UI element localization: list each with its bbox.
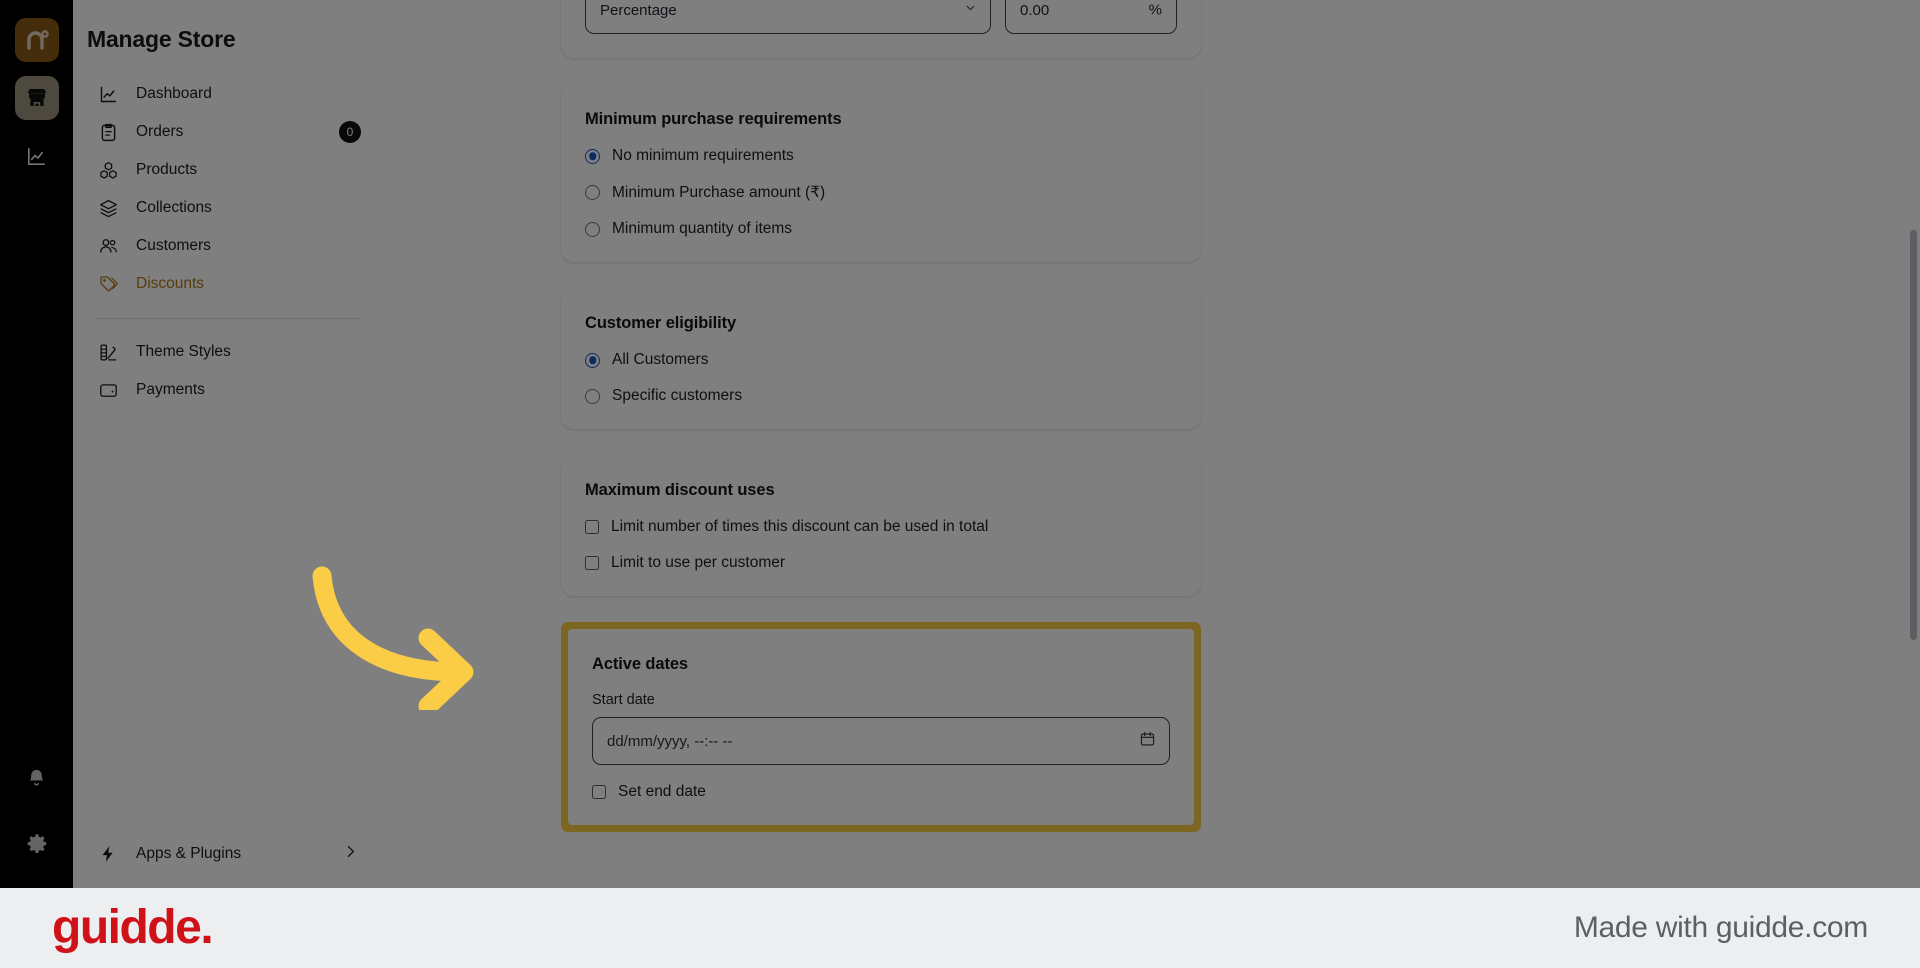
sidebar-item-apps-plugins[interactable]: Apps & Plugins: [85, 834, 371, 874]
radio-minimum-quantity[interactable]: [585, 221, 600, 237]
option-label: No minimum requirements: [612, 147, 794, 164]
radio-row-minimum-amount[interactable]: Minimum Purchase amount (₹): [585, 183, 1177, 202]
radio-minimum-amount[interactable]: [585, 185, 600, 200]
sidebar-item-collections[interactable]: Collections: [85, 189, 371, 227]
start-date-input[interactable]: dd/mm/yyyy, --:-- --: [592, 717, 1170, 765]
active-dates-title: Active dates: [592, 655, 689, 673]
sidebar: Manage Store Dashboard Orders 0 Products…: [73, 0, 383, 888]
chevron-right-icon: [342, 843, 359, 865]
gear-icon[interactable]: [15, 822, 59, 866]
app-window: Manage Store Dashboard Orders 0 Products…: [0, 0, 1920, 888]
radio-row-no-minimum[interactable]: No minimum requirements: [585, 147, 1177, 165]
sidebar-item-payments[interactable]: Payments: [85, 371, 371, 409]
radio-specific-customers[interactable]: [585, 388, 600, 404]
sidebar-item-products[interactable]: Products: [85, 151, 371, 189]
bell-icon[interactable]: [15, 756, 59, 800]
calendar-icon[interactable]: [1139, 731, 1156, 752]
checkbox-row-set-end-date[interactable]: Set end date: [592, 783, 1170, 801]
checkbox-set-end-date[interactable]: [592, 785, 606, 799]
maximum-discount-uses-card: Maximum discount uses Limit number of ti…: [561, 455, 1201, 596]
sidebar-item-label: Orders: [136, 123, 184, 140]
discount-type-select[interactable]: Percentage: [585, 0, 991, 34]
discount-form-column: Percentage 0.00 % Minimum purchase requi…: [561, 0, 1201, 858]
option-label: Set end date: [618, 783, 706, 800]
bolt-icon: [97, 843, 119, 865]
radio-row-all-customers[interactable]: All Customers: [585, 351, 1177, 369]
clipboard-icon: [97, 121, 119, 143]
discount-value-card: Percentage 0.00 %: [561, 0, 1201, 58]
guidde-logo: guidde.: [52, 901, 214, 954]
radio-row-minimum-quantity[interactable]: Minimum quantity of items: [585, 220, 1177, 238]
users-icon: [97, 235, 119, 257]
customer-eligibility-card: Customer eligibility All Customers Speci…: [561, 288, 1201, 429]
option-label: Specific customers: [612, 387, 743, 404]
sidebar-item-label: Dashboard: [136, 85, 212, 102]
start-date-placeholder: dd/mm/yyyy, --:-- --: [607, 732, 733, 750]
checkbox-limit-total[interactable]: [585, 520, 599, 534]
sidebar-item-label: Discounts: [136, 275, 205, 292]
checkbox-limit-per-customer[interactable]: [585, 556, 599, 570]
sidebar-item-theme-styles[interactable]: Theme Styles: [85, 333, 371, 371]
option-label: Limit number of times this discount can …: [611, 518, 989, 535]
discount-amount-input[interactable]: 0.00 %: [1005, 0, 1177, 34]
store-icon[interactable]: [14, 76, 59, 120]
sidebar-item-label: Payments: [136, 381, 205, 398]
sidebar-item-orders[interactable]: Orders 0: [85, 113, 371, 151]
option-label: Minimum quantity of items: [612, 220, 793, 237]
chevron-down-icon: [964, 2, 977, 19]
sidebar-item-label: Theme Styles: [136, 343, 231, 360]
start-date-label: Start date: [592, 692, 655, 708]
vertical-scrollbar[interactable]: [1910, 230, 1917, 640]
analytics-icon[interactable]: [15, 134, 59, 178]
orders-badge: 0: [339, 121, 361, 143]
made-with-guidde-text: Made with guidde.com: [1573, 911, 1868, 944]
tags-icon: [97, 273, 119, 295]
discount-amount-value: 0.00: [1020, 1, 1050, 19]
chart-line-icon: [97, 83, 119, 105]
wallet-icon: [97, 379, 119, 401]
radio-no-minimum[interactable]: [585, 148, 600, 164]
guidde-footer: guidde. Made with guidde.com: [0, 888, 1920, 968]
main-content: Percentage 0.00 % Minimum purchase requi…: [383, 0, 1920, 888]
sidebar-item-label: Collections: [136, 199, 212, 216]
discount-value-row: Percentage 0.00 %: [585, 0, 1177, 34]
option-label: Minimum Purchase amount (₹): [612, 184, 826, 201]
boxes-icon: [97, 159, 119, 181]
sidebar-item-discounts[interactable]: Discounts: [85, 265, 371, 303]
screenshot-root: Manage Store Dashboard Orders 0 Products…: [0, 0, 1920, 968]
nuvemshop-n-logo-icon[interactable]: [14, 18, 59, 62]
option-label: All Customers: [612, 351, 709, 368]
active-dates-highlight: Active dates Start date dd/mm/yyyy, --:-…: [561, 622, 1201, 832]
checkbox-row-limit-per-customer[interactable]: Limit to use per customer: [585, 554, 1177, 572]
checkbox-row-limit-total[interactable]: Limit number of times this discount can …: [585, 518, 1177, 536]
layers-icon: [97, 197, 119, 219]
discount-type-value: Percentage: [600, 1, 677, 19]
maximum-discount-uses-title: Maximum discount uses: [585, 481, 775, 499]
radio-row-specific-customers[interactable]: Specific customers: [585, 387, 1177, 405]
radio-all-customers[interactable]: [585, 352, 600, 368]
apps-plugins-label: Apps & Plugins: [136, 845, 242, 862]
active-dates-card: Active dates Start date dd/mm/yyyy, --:-…: [568, 629, 1194, 825]
percent-suffix: %: [1148, 1, 1162, 19]
sidebar-item-label: Customers: [136, 237, 211, 254]
sidebar-item-dashboard[interactable]: Dashboard: [85, 75, 371, 113]
sidebar-item-label: Products: [136, 161, 198, 178]
palette-icon: [97, 341, 119, 363]
customer-eligibility-title: Customer eligibility: [585, 314, 737, 332]
minimum-purchase-card: Minimum purchase requirements No minimum…: [561, 84, 1201, 262]
sidebar-item-customers[interactable]: Customers: [85, 227, 371, 265]
minimum-purchase-title: Minimum purchase requirements: [585, 110, 842, 128]
sidebar-footer: Apps & Plugins: [73, 834, 383, 888]
sidebar-title: Manage Store: [87, 26, 236, 52]
option-label: Limit to use per customer: [611, 554, 786, 571]
sidebar-nav-primary: Dashboard Orders 0 Products Collections …: [73, 75, 383, 409]
sidebar-divider: [97, 318, 359, 319]
app-switcher-rail: [0, 0, 73, 888]
